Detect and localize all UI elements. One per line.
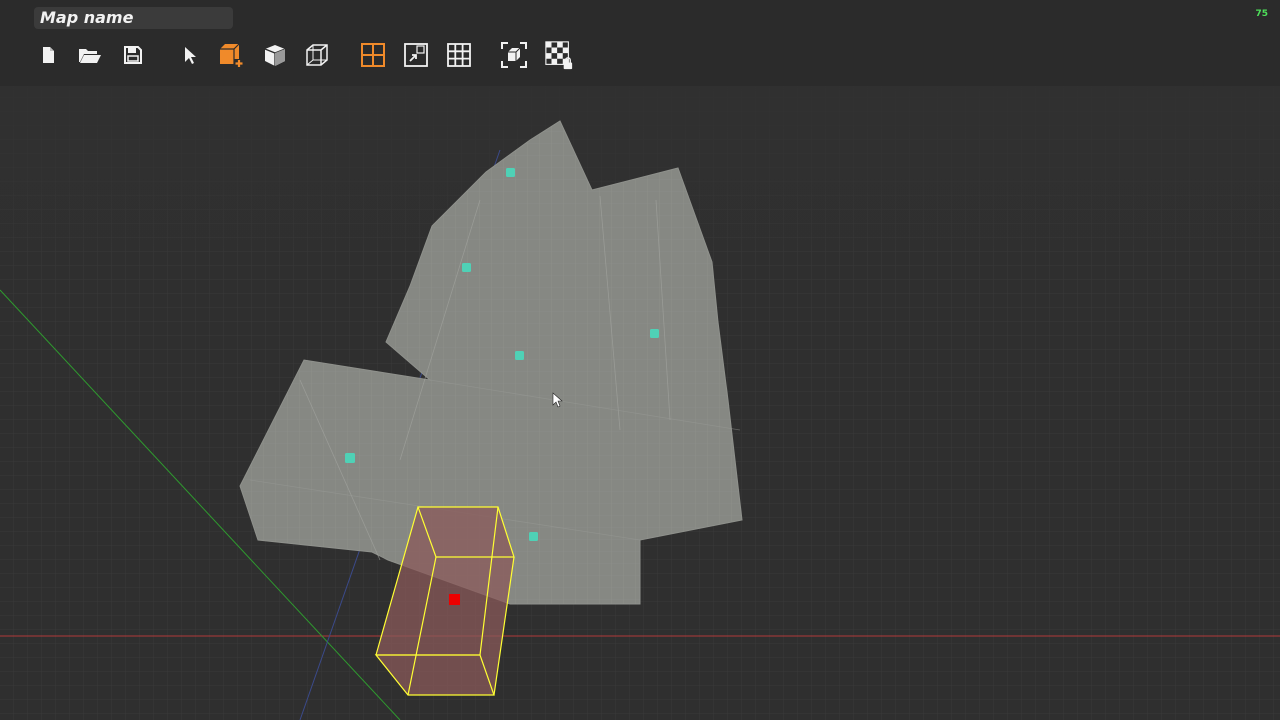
entity-marker[interactable]	[345, 453, 355, 463]
texture-lock-icon[interactable]	[544, 40, 574, 70]
solid-view-icon[interactable]	[260, 40, 290, 70]
grid-view-icon[interactable]	[358, 40, 388, 70]
entity-marker[interactable]	[515, 351, 524, 360]
wireframe-view-icon[interactable]	[302, 40, 332, 70]
entity-marker[interactable]	[529, 532, 538, 541]
open-folder-icon[interactable]	[75, 40, 105, 70]
toolbar: Map name 75	[0, 0, 1280, 86]
3d-viewport[interactable]	[0, 86, 1280, 720]
snap-icon[interactable]	[401, 40, 431, 70]
save-icon[interactable]	[118, 40, 148, 70]
add-brush-icon[interactable]	[216, 40, 246, 70]
entity-marker[interactable]	[462, 263, 471, 272]
entity-marker[interactable]	[506, 168, 515, 177]
brush-origin-marker[interactable]	[449, 594, 460, 605]
focus-selection-icon[interactable]	[499, 40, 529, 70]
entity-marker[interactable]	[650, 329, 659, 338]
select-pointer-icon[interactable]	[175, 40, 205, 70]
viewport-canvas[interactable]	[0, 86, 1280, 720]
fps-counter: 75	[1255, 9, 1268, 19]
grid-toggle-icon[interactable]	[444, 40, 474, 70]
map-name-field[interactable]: Map name	[34, 7, 233, 29]
new-file-icon[interactable]	[33, 40, 63, 70]
